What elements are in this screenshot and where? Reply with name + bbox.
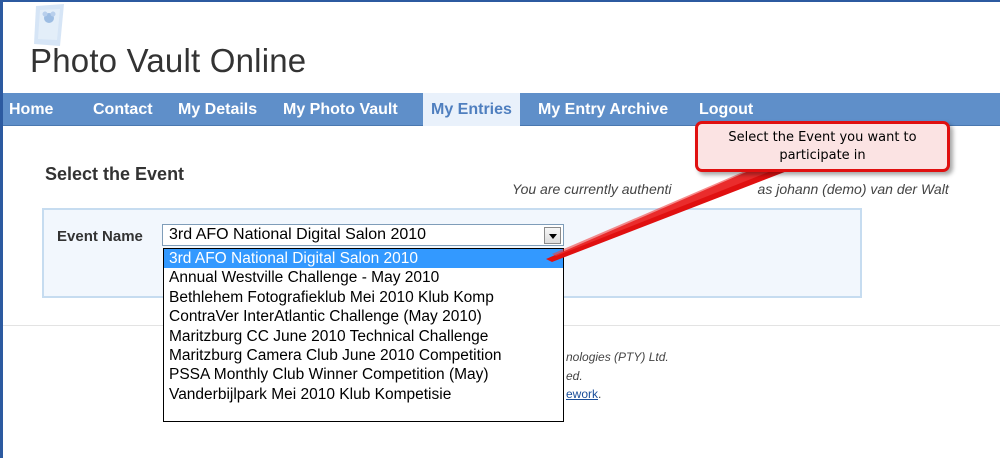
- auth-status-prefix: You are currently authenti: [512, 181, 672, 197]
- event-option[interactable]: PSSA Monthly Club Winner Competition (Ma…: [164, 365, 563, 384]
- footer-framework-line: ework.: [566, 387, 601, 401]
- event-select[interactable]: 3rd AFO National Digital Salon 2010: [162, 224, 564, 246]
- section-heading: Select the Event: [45, 164, 185, 184]
- nav-item-my-photo-vault[interactable]: My Photo Vault: [283, 93, 398, 126]
- event-dropdown-list: 3rd AFO National Digital Salon 2010 Annu…: [163, 248, 564, 422]
- footer-framework-link[interactable]: ework: [566, 387, 598, 401]
- event-option[interactable]: ContraVer InterAtlantic Challenge (May 2…: [164, 307, 563, 326]
- footer-rights-text: ed.: [566, 369, 583, 383]
- callout-text: Select the Event you want to participate…: [728, 129, 917, 163]
- auth-status-suffix: as johann (demo) van der Walt: [757, 181, 949, 197]
- footer-link-suffix: .: [598, 387, 602, 401]
- event-option[interactable]: Bethlehem Fotografieklub Mei 2010 Klub K…: [164, 288, 563, 307]
- event-option[interactable]: Annual Westville Challenge - May 2010: [164, 268, 563, 287]
- instruction-callout: Select the Event you want to participate…: [695, 121, 950, 172]
- event-option[interactable]: 3rd AFO National Digital Salon 2010: [164, 249, 563, 269]
- event-option[interactable]: Maritzburg CC June 2010 Technical Challe…: [164, 327, 563, 346]
- nav-item-contact[interactable]: Contact: [93, 93, 153, 126]
- nav-item-my-entries[interactable]: My Entries: [423, 93, 520, 126]
- event-select-value: 3rd AFO National Digital Salon 2010: [169, 226, 427, 243]
- auth-status-text: You are currently authenti as johann (dem…: [512, 181, 949, 197]
- event-name-label: Event Name: [57, 228, 143, 245]
- nav-item-home[interactable]: Home: [9, 93, 53, 126]
- event-option[interactable]: Maritzburg Camera Club June 2010 Competi…: [164, 346, 563, 365]
- chevron-down-icon[interactable]: [544, 227, 561, 244]
- nav-item-my-details[interactable]: My Details: [178, 93, 257, 126]
- window-frame-top: [0, 0, 1000, 2]
- nav-item-my-entry-archive[interactable]: My Entry Archive: [538, 93, 668, 126]
- site-title: Photo Vault Online: [30, 42, 307, 79]
- event-option[interactable]: Vanderbijlpark Mei 2010 Klub Kompetisie: [164, 385, 563, 404]
- window-frame-left: [0, 0, 3, 458]
- footer-copyright-text: nologies (PTY) Ltd.: [566, 350, 669, 364]
